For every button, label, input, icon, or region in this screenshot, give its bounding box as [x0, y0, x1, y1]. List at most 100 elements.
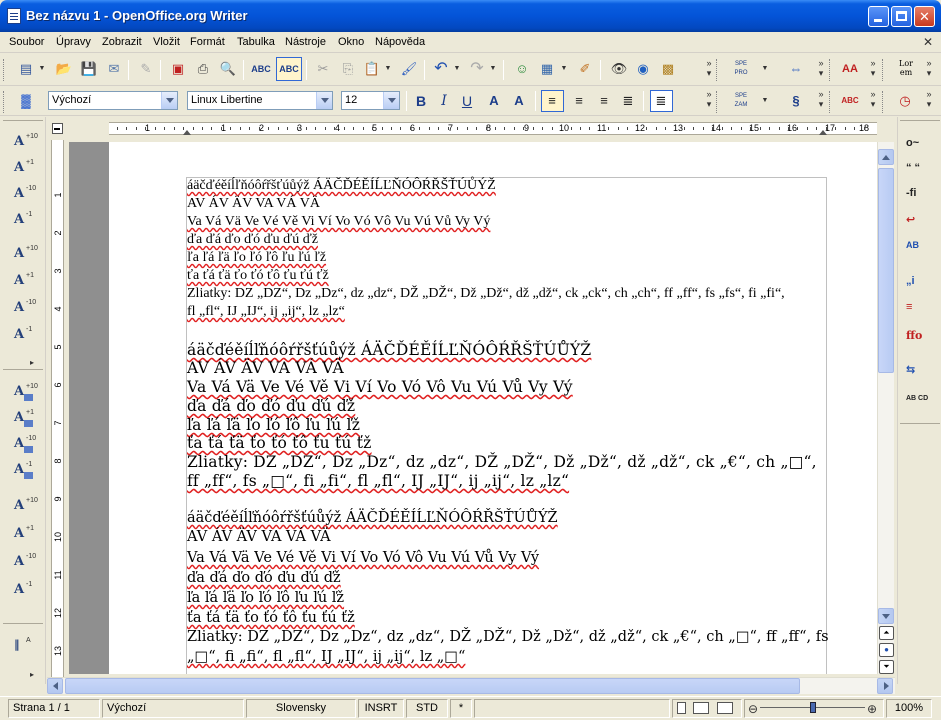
text-line[interactable]: ťa ťá ťä ťo ťó ťô ťu ťú ťž	[187, 610, 355, 626]
print-preview-button[interactable]: 🔍	[218, 59, 238, 79]
email-button[interactable]: ✉	[104, 59, 124, 79]
kerning-plus-10-button[interactable]: A +10	[12, 497, 38, 517]
text-line[interactable]: Va Vá Vä Ve Vé Vě Vi Ví Vo Vó Vô Vu Vú V…	[187, 378, 573, 396]
menu-soubor[interactable]: Soubor	[9, 36, 44, 48]
toolbar-grip[interactable]	[716, 91, 719, 113]
paste-dropdown-arrow[interactable]: ▼	[384, 59, 392, 79]
view-layout-buttons[interactable]	[672, 699, 742, 718]
abc-grid-button[interactable]: ABC	[840, 91, 860, 111]
cut-button[interactable]: ✂	[313, 59, 333, 79]
toolbar-grip[interactable]	[882, 91, 885, 113]
toolbar-grip[interactable]	[3, 120, 43, 121]
ligature-fi-button[interactable]: -fi	[906, 187, 932, 207]
menu-vlozit[interactable]: Vložit	[153, 36, 180, 48]
toolbar-grip[interactable]	[716, 59, 719, 81]
font-name-select[interactable]: Linux Libertine	[187, 91, 333, 110]
document-canvas[interactable]: áäčďéěíĺľňóôŕřšťúůýž ÁÄČĎÉĚÍĹĽŇÓÔŔŘŠŤÚŮÝ…	[69, 142, 877, 674]
zoom-percentage[interactable]: 100%	[886, 699, 932, 718]
spell-pro-button[interactable]: SPE PRO	[729, 59, 753, 79]
font-size-minus-1-button[interactable]: A -1	[12, 211, 38, 231]
toolbar-grip[interactable]	[3, 623, 43, 624]
toolbar-overflow-icon[interactable]: » ▾	[816, 89, 826, 113]
scroll-left-button[interactable]	[47, 678, 63, 694]
minimize-button[interactable]	[868, 6, 889, 27]
navigator-button[interactable]: ◉	[633, 59, 653, 79]
clone-formatting-button[interactable]: 🖌	[399, 59, 419, 79]
text-line[interactable]: AV ÁV ÄV VA VÁ VÄ	[187, 196, 320, 212]
chevron-down-icon[interactable]	[161, 92, 177, 109]
font-size-plus-10-button[interactable]: A +10	[12, 133, 38, 153]
text-line[interactable]: ff „ff“, fs „□“, fi „fi“, fl „fl“, IJ „I…	[187, 472, 569, 490]
modified-indicator[interactable]: *	[450, 699, 472, 718]
ligature-ffo-button[interactable]: ffo	[906, 329, 932, 349]
page-indicator[interactable]: Strana 1 / 1	[8, 699, 100, 718]
two-page-view-icon[interactable]	[693, 702, 709, 714]
text-line[interactable]: ťa ťá ťä ťo ťó ťô ťu ťú ťž	[187, 434, 372, 452]
spacing-minus-1-button[interactable]: A -1	[12, 326, 38, 346]
scale-plus-10-button[interactable]: A +10	[12, 383, 38, 403]
text-line[interactable]: ďa ďá ďo ďó ďu ďú ďž	[187, 570, 341, 586]
text-line[interactable]: fl „fl“, IJ „IJ“, ij „ij“, lz „lz“	[187, 304, 345, 320]
toolbar-overflow-icon[interactable]: » ▾	[816, 58, 826, 82]
text-line[interactable]: ďa ďá ďo ďó ďu ďú ďž	[187, 232, 318, 248]
scale-plus-1-button[interactable]: A +1	[12, 409, 38, 429]
bold-button[interactable]: B	[411, 91, 431, 111]
toolbar-grip[interactable]	[3, 59, 6, 81]
scale-minus-1-button[interactable]: A -1	[12, 461, 38, 481]
new-document-button[interactable]: ▤	[16, 59, 36, 79]
find-replace-button[interactable]: 👁	[609, 59, 629, 79]
abcd-button[interactable]: AB CD	[906, 391, 932, 411]
italic-button[interactable]: I	[434, 91, 454, 111]
tab-stop-selector[interactable]	[52, 123, 63, 134]
selection-mode-indicator[interactable]: STD	[406, 699, 448, 718]
underline-button[interactable]: U	[457, 91, 477, 111]
degree-button[interactable]: o~	[906, 137, 932, 157]
menu-format[interactable]: Formát	[190, 36, 225, 48]
copy-button[interactable]: ⎘	[338, 59, 358, 79]
horizontal-scrollbar[interactable]	[47, 677, 895, 694]
nonbreaking-button[interactable]: ↩	[906, 213, 932, 233]
menu-tabulka[interactable]: Tabulka	[237, 36, 275, 48]
kerning-minus-10-button[interactable]: A -10	[12, 553, 38, 573]
quote-i-button[interactable]: „i	[906, 275, 932, 295]
toolbar-grip[interactable]	[882, 59, 885, 81]
align-center-button[interactable]: ≡	[569, 91, 589, 111]
text-line[interactable]: Zliatky: DZ „DZ“, Dz „Dz“, dz „dz“, DŽ „…	[187, 629, 829, 645]
text-line[interactable]: AV ÁV ÄV VA VÁ VÄ	[187, 529, 331, 545]
align-right-button[interactable]: ≡	[594, 91, 614, 111]
highlight-button[interactable]: A	[509, 91, 529, 111]
table-button[interactable]: ▦	[537, 59, 557, 79]
paste-button[interactable]: 📋	[362, 59, 382, 79]
spell-zam-button[interactable]: SPE ZAM	[729, 91, 753, 111]
auto-spellcheck-button[interactable]: ABC	[276, 57, 302, 81]
edit-file-button[interactable]: ✎	[136, 59, 156, 79]
single-page-view-icon[interactable]	[677, 702, 686, 714]
zoom-slider-handle[interactable]	[810, 702, 816, 713]
writer-app-icon[interactable]	[7, 8, 21, 24]
scroll-right-button[interactable]	[877, 678, 893, 694]
spellcheck-button[interactable]: ABC	[251, 59, 271, 79]
spacing-minus-10-button[interactable]: A -10	[12, 299, 38, 319]
menu-zobrazit[interactable]: Zobrazit	[102, 36, 142, 48]
new-dropdown-arrow[interactable]: ▼	[38, 59, 46, 79]
save-button[interactable]: 💾	[79, 59, 99, 79]
signature-field[interactable]	[474, 699, 670, 718]
toolbar-overflow-icon[interactable]: ▸	[30, 358, 34, 367]
text-line[interactable]: AV ÁV ÄV VA VÁ VÄ	[187, 359, 344, 377]
vertical-scroll-thumb[interactable]	[878, 168, 894, 373]
text-line[interactable]: Zliatky: DZ „DZ“, Dz „Dz“, dz „dz“, DŽ „…	[187, 453, 817, 471]
toolbar-overflow-icon[interactable]: » ▾	[924, 58, 934, 82]
scale-minus-10-button[interactable]: A -10	[12, 435, 38, 455]
redo-dropdown-arrow[interactable]: ▼	[489, 59, 497, 79]
text-line[interactable]: ťa ťá ťä ťo ťó ťô ťu ťú ťž	[187, 268, 329, 284]
font-size-plus-1-button[interactable]: A +1	[12, 159, 38, 179]
font-color-button[interactable]: A	[484, 91, 504, 111]
hyphenation-button[interactable]: §	[786, 91, 806, 111]
align-left-button[interactable]: ≡	[541, 90, 564, 112]
lorem-button[interactable]: Lor em	[893, 59, 919, 79]
toolbar-grip[interactable]	[900, 120, 940, 121]
toolbar-overflow-icon[interactable]: » ▾	[924, 89, 934, 113]
text-line[interactable]: „□“, fi „fi“, fl „fl“, IJ „IJ“, ij „ij“,…	[187, 649, 465, 665]
open-button[interactable]: 📂	[54, 59, 74, 79]
text-line[interactable]: áäčďéěíĺľňóôŕřšťúůýž ÁÄČĎÉĚÍĹĽŇÓÔŔŘŠŤÚŮÝ…	[187, 510, 558, 526]
